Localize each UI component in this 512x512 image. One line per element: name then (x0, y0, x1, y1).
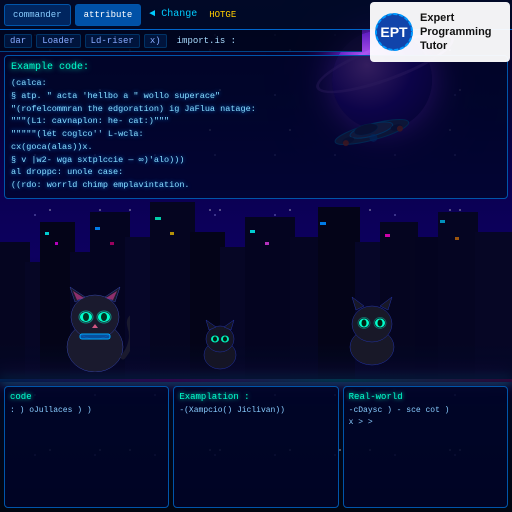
code-line: """""(let coglco'' L-wcla: (11, 128, 501, 141)
subnav-item-dar-label: dar (10, 36, 26, 46)
logo-text: Expert Programming Tutor (420, 11, 506, 54)
cat-right (342, 292, 402, 367)
code-line: """(L1: cavnaplon: he- cat:)""" (11, 115, 501, 128)
bottom-panel-realworld: Real-world -cDaysc ) - sce cot )x > > (343, 386, 508, 508)
subnav-item-ldriser-label: Ld-riser (91, 36, 134, 46)
bottom-panel-line: -cDaysc ) - sce cot ) (349, 405, 502, 417)
bottom-panel-line: x > > (349, 417, 502, 429)
nav-arrow: ◄ Change (145, 9, 201, 20)
code-line: (calca: (11, 77, 501, 90)
subnav-item-x[interactable]: x) (144, 34, 167, 48)
code-line: al droppc: unole case: (11, 166, 501, 179)
bottom-panel-code-title: code (10, 392, 163, 402)
svg-text:EPT: EPT (380, 24, 408, 40)
subnav: dar Loader Ld-riser x) import.is : (0, 30, 362, 52)
code-line: § atp. " acta 'hellbo a " wollo superace… (11, 90, 501, 103)
app-container: EPT Expert Programming Tutor commander a… (0, 0, 512, 512)
code-line: ((rdo: worrld chimp emplavintation. (11, 179, 501, 192)
code-panel-title: Example code: (11, 62, 501, 73)
bottom-panel-realworld-content: -cDaysc ) - sce cot )x > > (349, 405, 502, 429)
bottom-panel-code-content: : ) oJullaces ) ) (10, 405, 163, 417)
logo-icon: EPT (374, 12, 414, 52)
logo-panel: EPT Expert Programming Tutor (370, 2, 510, 62)
bottom-panel-line: : ) oJullaces ) ) (10, 405, 163, 417)
bottom-panel-realworld-title: Real-world (349, 392, 502, 402)
nav-tab-attribute[interactable]: attribute (75, 4, 142, 26)
cat-middle (200, 317, 240, 372)
bottom-panel-code: code : ) oJullaces ) ) (4, 386, 169, 508)
bottom-panel-explanation: Examplation : -(Xampcio() Jiclivan)) (173, 386, 338, 508)
nav-tab-attribute-label: attribute (84, 10, 133, 20)
nav-tab-commander[interactable]: commander (4, 4, 71, 26)
nav-tab-commander-label: commander (13, 10, 62, 20)
subnav-item-ldriser[interactable]: Ld-riser (85, 34, 140, 48)
subnav-item-loader[interactable]: Loader (36, 34, 80, 48)
code-panel: Example code: (calca: § atp. " acta 'hel… (4, 55, 508, 199)
code-lines-container: (calca: § atp. " acta 'hellbo a " wollo … (11, 77, 501, 192)
bottom-panel-explanation-title: Examplation : (179, 392, 332, 402)
code-line: cx(goca(alas))x. (11, 141, 501, 154)
subnav-prompt: import.is : (177, 36, 236, 46)
cat-left (60, 282, 130, 372)
code-line: § v |w2- wga sxtplccie — ∞)'alo))) (11, 154, 501, 167)
nav-hotkey: HOTGE (205, 10, 240, 20)
bottom-panel-line: -(Xampcio() Jiclivan)) (179, 405, 332, 417)
subnav-item-x-label: x) (150, 36, 161, 46)
bottom-panels: code : ) oJullaces ) ) Examplation : -(X… (0, 382, 512, 512)
subnav-item-dar[interactable]: dar (4, 34, 32, 48)
bottom-panel-explanation-content: -(Xampcio() Jiclivan)) (179, 405, 332, 417)
subnav-item-loader-label: Loader (42, 36, 74, 46)
code-line: "(rofelcommran the edgoration) ig JaFlua… (11, 103, 501, 116)
